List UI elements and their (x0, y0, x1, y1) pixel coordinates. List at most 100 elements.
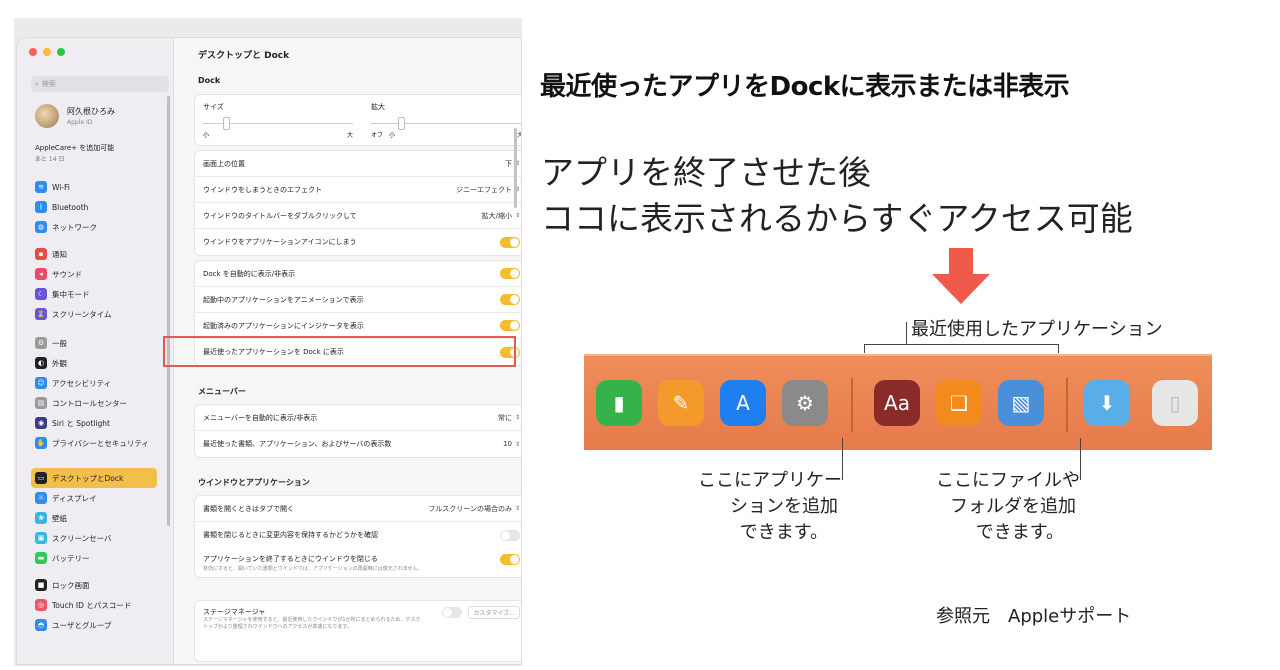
sidebar-item-hourglass[interactable]: ⌛ スクリーンタイム (35, 304, 157, 324)
setting-popup[interactable]: 下 ⇕ (505, 159, 520, 169)
sidebar-scrollbar[interactable] (167, 96, 170, 526)
sidebar-group: ▪ 通知 ◂ サウンド ☾ 集中モード ⌛ スクリーンタイム (35, 244, 157, 324)
sidebar-item-sun[interactable]: ☼ ディスプレイ (35, 488, 157, 508)
setting-toggle[interactable] (500, 529, 520, 541)
sidebar-item-wallpaper[interactable]: ❀ 壁紙 (35, 508, 157, 528)
setting-row[interactable]: 起動中のアプリケーションをアニメーションで表示 (195, 287, 521, 313)
size-magnify-card: サイズ 小 大 拡大 オフ 小 大 (194, 94, 521, 146)
sidebar-item-label: Siri と Spotlight (52, 418, 110, 428)
minimize-button[interactable] (43, 48, 51, 56)
sidebar-item-screensaver[interactable]: ▣ スクリーンセーバ (35, 528, 157, 548)
sidebar-item-label: アクセシビリティ (52, 378, 112, 388)
sidebar-item-accessibility[interactable]: ☺ アクセシビリティ (35, 373, 157, 393)
sidebar-group: ⚙ 一般 ◐ 外観 ☺ アクセシビリティ ▤ コントロールセンター ◉ Siri と Spotli… (35, 333, 157, 453)
setting-toggle[interactable] (500, 236, 520, 248)
sidebar-item-dock[interactable]: ▭ デスクトップとDock (31, 468, 157, 488)
setting-popup[interactable]: 拡大/縮小 ⇕ (482, 211, 520, 221)
sidebar-item-fingerprint[interactable]: ◎ Touch ID とパスコード (35, 595, 157, 615)
setting-popup[interactable]: 10 ⇕ (503, 440, 520, 448)
magnify-off-label: オフ (371, 132, 384, 139)
account-item[interactable]: 阿久根ひろみ Apple ID (35, 104, 115, 128)
content-scrollbar[interactable] (514, 128, 517, 208)
books-icon[interactable]: ❑ (936, 380, 982, 426)
search-placeholder: 検索 (41, 80, 56, 88)
setting-row[interactable]: 書類を閉じるときに変更内容を保持するかどうかを確認 (195, 522, 521, 548)
downloads-folder-icon[interactable]: ⬇ (1084, 380, 1130, 426)
stage-manager-toggle[interactable] (442, 606, 463, 618)
setting-row[interactable]: ウインドウのタイトルバーをダブルクリックして 拡大/縮小 ⇕ (195, 203, 521, 229)
setting-toggle[interactable] (500, 294, 520, 305)
setting-label: ウインドウをアプリケーションアイコンにしまう (203, 238, 357, 246)
sidebar-item-appearance[interactable]: ◐ 外観 (35, 353, 157, 373)
setting-row[interactable]: 画面上の位置 下 ⇕ (195, 151, 521, 177)
applecare-item[interactable]: AppleCare+ を追加可能 あと 14 日 (35, 143, 114, 163)
menubar-section-heading: メニューバー (198, 387, 246, 396)
dictionary-icon[interactable]: Aa (874, 380, 920, 426)
system-settings-icon[interactable]: ⚙ (782, 380, 828, 426)
close-windows-note: 有効にすると、開いていた書類とウインドウは、アプリケーションの再開時には復元され… (203, 566, 423, 572)
sidebar-item-label: 外観 (52, 358, 67, 368)
sidebar-item-label: 壁紙 (52, 513, 67, 523)
sidebar-item-label: コントロールセンター (52, 398, 127, 408)
setting-row[interactable]: ウインドウをしまうときのエフェクト ジニーエフェクト ⇕ (195, 177, 521, 203)
updown-chevron-icon: ⇕ (514, 505, 520, 512)
setting-popup[interactable]: フルスクリーンの場合のみ ⇕ (428, 504, 520, 514)
dock-bar: ▮ ✎ A ⚙ Aa ❑ ▧ ⬇ ▯ (584, 354, 1212, 450)
updown-chevron-icon: ⇕ (514, 414, 520, 421)
setting-row[interactable]: 書類を開くときはタブで開く フルスクリーンの場合のみ ⇕ (195, 496, 521, 522)
sidebar-item-globe[interactable]: ◍ ネットワーク (35, 217, 157, 237)
sidebar-item-label: ロック画面 (52, 580, 90, 590)
numbers-icon[interactable]: ▮ (596, 380, 642, 426)
setting-row[interactable]: メニューバーを自動的に表示/非表示 常に ⇕ (195, 405, 521, 431)
pages-icon[interactable]: ✎ (658, 380, 704, 426)
sidebar-item-siri[interactable]: ◉ Siri と Spotlight (35, 413, 157, 433)
dock-section-heading: Dock (198, 76, 221, 85)
setting-label: 最近使った書類、アプリケーション、およびサーバの表示数 (203, 440, 392, 448)
sidebar-item-bell[interactable]: ▪ 通知 (35, 244, 157, 264)
sidebar-item-hand[interactable]: ✋ プライバシーとセキュリティ (35, 433, 157, 453)
fingerprint-icon: ◎ (35, 599, 47, 611)
trash-icon[interactable]: ▯ (1152, 380, 1198, 426)
sidebar-item-control-center[interactable]: ▤ コントロールセンター (35, 393, 157, 413)
sidebar-item-moon[interactable]: ☾ 集中モード (35, 284, 157, 304)
down-arrow-icon (932, 248, 990, 304)
setting-popup[interactable]: 常に ⇕ (498, 413, 520, 423)
sidebar-item-speaker[interactable]: ◂ サウンド (35, 264, 157, 284)
setting-value: ジニーエフェクト (455, 185, 512, 194)
sidebar-item-users[interactable]: ◓ ユーザとグループ (35, 615, 157, 635)
sidebar-item-bluetooth[interactable]: ᛒ Bluetooth (35, 197, 157, 217)
size-min-label: 小 (203, 132, 210, 139)
setting-label: ウインドウをしまうときのエフェクト (203, 185, 322, 194)
zoom-button[interactable] (57, 48, 65, 56)
close-button[interactable] (29, 48, 37, 56)
page-title: デスクトップと Dock (198, 51, 290, 61)
close-windows-toggle[interactable] (500, 553, 520, 565)
stage-manager-label: ステージマネージャ (203, 608, 266, 616)
app-store-icon[interactable]: A (720, 380, 766, 426)
search-input[interactable]: ⌕ 検索 (31, 76, 169, 92)
sidebar-item-gear[interactable]: ⚙ 一般 (35, 333, 157, 353)
setting-label: ウインドウのタイトルバーをダブルクリックして (203, 211, 357, 220)
setting-row[interactable]: Dock を自動的に表示/非表示 (195, 261, 521, 287)
sidebar: ⌕ 検索 阿久根ひろみ Apple ID AppleCare+ を追加可能 あと… (17, 38, 174, 664)
setting-toggle[interactable] (500, 320, 520, 331)
sidebar-item-label: 一般 (52, 338, 67, 348)
magnify-slider-knob[interactable] (398, 117, 405, 130)
setting-toggle[interactable] (500, 268, 520, 279)
files-hint-line-1: ここにファイルや (936, 470, 1080, 491)
customize-button[interactable]: カスタマイズ... (468, 605, 520, 619)
sidebar-group: ■ ロック画面 ◎ Touch ID とパスコード ◓ ユーザとグループ (35, 575, 157, 635)
headline: 最近使ったアプリをDockに表示または非表示 (540, 72, 1070, 102)
setting-row[interactable]: 最近使った書類、アプリケーション、およびサーバの表示数 10 ⇕ (195, 431, 521, 457)
sidebar-item-lock[interactable]: ■ ロック画面 (35, 575, 157, 595)
setting-popup[interactable]: ジニーエフェクト ⇕ (456, 185, 520, 195)
close-windows-label: アプリケーションを終了するときにウインドウを閉じる (203, 555, 378, 563)
preview-icon[interactable]: ▧ (998, 380, 1044, 426)
size-slider-knob[interactable] (222, 117, 230, 130)
close-windows-row[interactable]: アプリケーションを終了するときにウインドウを閉じる (195, 548, 521, 566)
magnify-slider-track[interactable] (371, 123, 521, 124)
sidebar-item-battery[interactable]: ▬ バッテリー (35, 548, 157, 568)
sidebar-item-wifi[interactable]: ≋ Wi-Fi (35, 177, 157, 197)
setting-row[interactable]: ウインドウをアプリケーションアイコンにしまう (195, 229, 521, 255)
explanation-line-1: アプリを終了させた後 (541, 153, 871, 192)
